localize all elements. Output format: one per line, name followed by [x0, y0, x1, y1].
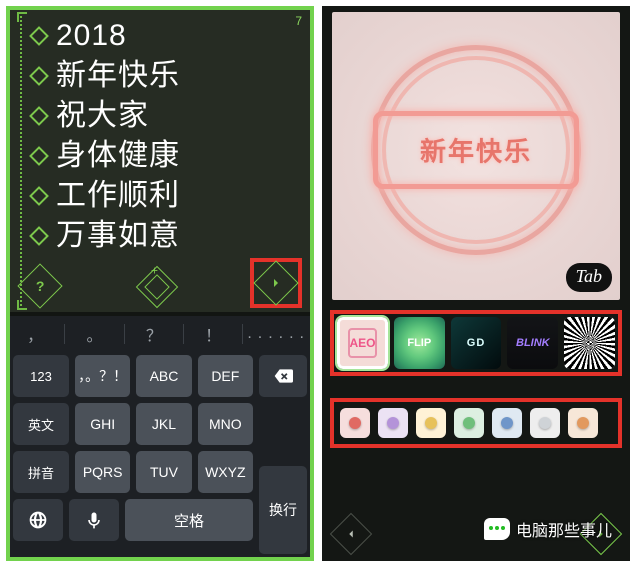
annotation-highlight — [250, 258, 302, 308]
color-swatch[interactable] — [416, 408, 446, 438]
color-swatch[interactable] — [378, 408, 408, 438]
add-frame-button[interactable]: + — [136, 266, 178, 308]
suggestion[interactable]: ， — [10, 322, 60, 346]
style-preset[interactable]: FLIP — [394, 317, 445, 369]
text-line[interactable]: 祝大家 — [32, 96, 180, 136]
text-line[interactable]: 新年快乐 — [32, 56, 180, 96]
line-bullet-icon — [29, 226, 49, 246]
style-presets-row: AEO FLIP GD BLINK — [330, 310, 622, 376]
key-space[interactable]: 空格 — [125, 499, 253, 541]
key-ghi[interactable]: GHI — [75, 403, 130, 445]
swatch-led-icon — [539, 417, 551, 429]
style-preset[interactable]: BLINK — [507, 317, 558, 369]
key-backspace[interactable] — [259, 355, 307, 397]
color-swatch[interactable] — [530, 408, 560, 438]
line-bullet-icon — [29, 66, 49, 86]
suggestion[interactable]: ！ — [188, 322, 238, 346]
suggestion[interactable]: ...... — [247, 325, 310, 343]
text-line[interactable]: 身体健康 — [32, 136, 180, 176]
wechat-watermark: 电脑那些事儿 — [484, 517, 612, 541]
text-line[interactable]: 万事如意 — [32, 216, 180, 256]
key-wxyz[interactable]: WXYZ — [198, 451, 253, 493]
suggestion[interactable]: 。 — [69, 322, 119, 346]
left-screenshot: 7 2018 新年快乐 祝大家 身体健康 工作顺利 万事如意 ? + ， 。 ？… — [6, 6, 314, 561]
swatch-led-icon — [501, 417, 513, 429]
text-line[interactable]: 工作顺利 — [32, 176, 180, 216]
line-counter: 7 — [295, 14, 302, 28]
style-preset[interactable] — [564, 317, 615, 369]
swatch-led-icon — [387, 417, 399, 429]
key-return[interactable]: 换行 — [259, 466, 307, 554]
key-def[interactable]: DEF — [198, 355, 253, 397]
lines-container: 2018 新年快乐 祝大家 身体健康 工作顺利 万事如意 — [32, 16, 180, 256]
wechat-icon — [484, 518, 510, 540]
key-pinyin[interactable]: 拼音 — [13, 451, 69, 493]
key-punct[interactable]: ，。？！ — [75, 355, 130, 397]
text-line[interactable]: 2018 — [32, 16, 180, 56]
ios-keyboard: ， 。 ？ ！ ...... 123 ，。？！ ABC DEF 英文 GHI J… — [10, 316, 310, 557]
swatch-led-icon — [425, 417, 437, 429]
key-voice[interactable] — [69, 499, 119, 541]
key-123[interactable]: 123 — [13, 355, 69, 397]
color-swatch[interactable] — [340, 408, 370, 438]
canvas-toolbar: ? + — [10, 258, 310, 312]
suggestion-bar[interactable]: ， 。 ？ ！ ...... — [10, 316, 310, 352]
key-mno[interactable]: MNO — [198, 403, 253, 445]
line-bullet-icon — [29, 186, 49, 206]
key-globe[interactable] — [13, 499, 63, 541]
key-pqrs[interactable]: PQRS — [75, 451, 130, 493]
help-button[interactable]: ? — [17, 263, 62, 308]
swatch-led-icon — [577, 417, 589, 429]
key-english[interactable]: 英文 — [13, 403, 69, 445]
key-abc[interactable]: ABC — [136, 355, 191, 397]
swatch-led-icon — [349, 417, 361, 429]
tab-watermark: Tab — [566, 263, 612, 292]
right-screenshot: 新年快乐 Tab AEO FLIP GD BLINK 电脑那些事儿 — [322, 6, 630, 561]
prev-button[interactable] — [330, 513, 372, 555]
color-swatch-row — [330, 398, 622, 448]
style-preset[interactable]: AEO — [337, 317, 388, 369]
color-swatch[interactable] — [492, 408, 522, 438]
preview-canvas[interactable]: 新年快乐 Tab — [332, 12, 620, 300]
next-button[interactable] — [253, 260, 298, 305]
neon-text: 新年快乐 — [420, 132, 532, 169]
key-tuv[interactable]: TUV — [136, 451, 191, 493]
style-preset[interactable]: GD — [451, 317, 502, 369]
key-jkl[interactable]: JKL — [136, 403, 191, 445]
swatch-led-icon — [463, 417, 475, 429]
line-bullet-icon — [29, 26, 49, 46]
line-bullet-icon — [29, 106, 49, 126]
suggestion[interactable]: ？ — [129, 322, 179, 346]
line-bullet-icon — [29, 146, 49, 166]
color-swatch[interactable] — [454, 408, 484, 438]
text-canvas[interactable]: 7 2018 新年快乐 祝大家 身体健康 工作顺利 万事如意 ? + — [10, 10, 310, 312]
color-swatch[interactable] — [568, 408, 598, 438]
